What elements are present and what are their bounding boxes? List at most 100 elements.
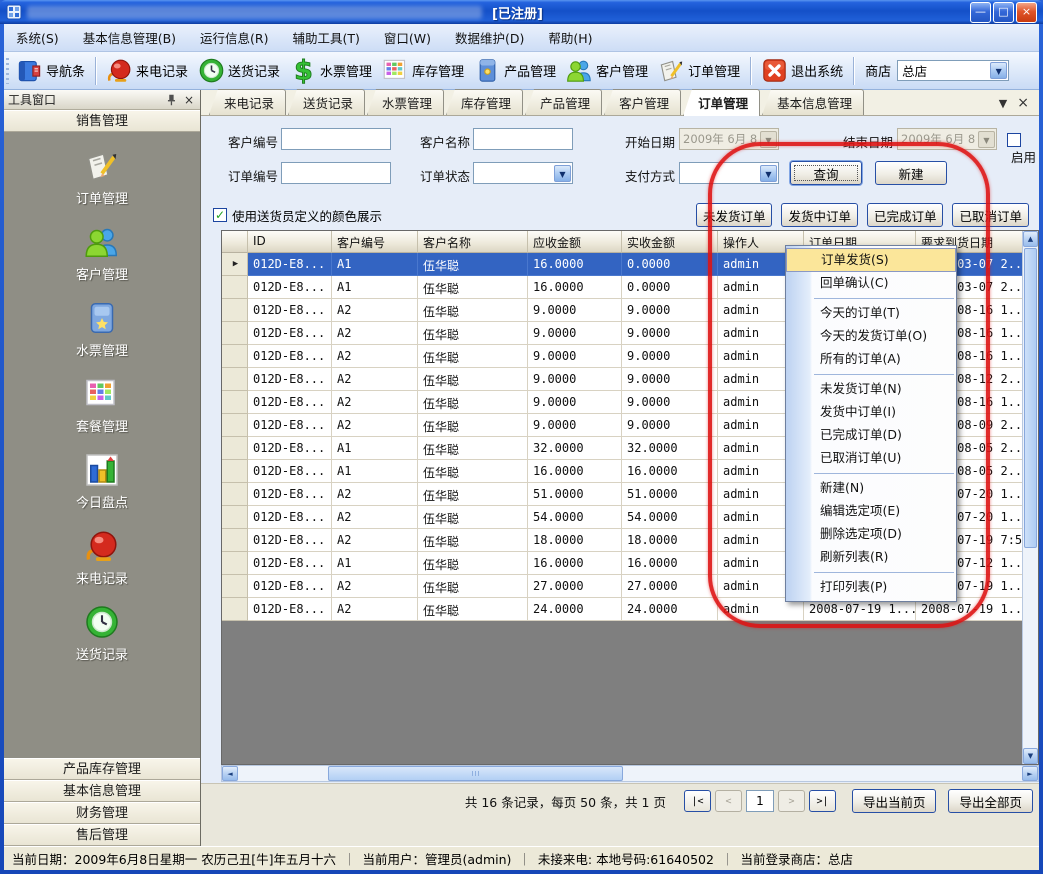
minimize-button[interactable]: — xyxy=(970,2,991,23)
context-menu-item[interactable]: 回单确认(C) xyxy=(786,272,956,295)
enable-checkbox[interactable] xyxy=(1007,133,1021,147)
menubar-item[interactable]: 基本信息管理(B) xyxy=(71,24,188,51)
sidebar-section[interactable]: 售后管理 xyxy=(4,824,200,846)
tab-menu-icon[interactable]: ▼ xyxy=(999,97,1007,110)
toolbar-grip[interactable] xyxy=(6,58,9,84)
toolbar-button-exit[interactable]: 退出系统 xyxy=(756,54,848,87)
status-filter-button[interactable]: 已完成订单 xyxy=(867,203,944,227)
menubar-item[interactable]: 系统(S) xyxy=(4,24,71,51)
menubar-item[interactable]: 数据维护(D) xyxy=(443,24,536,51)
column-header-4[interactable]: 实收金额 xyxy=(622,231,718,253)
vertical-scrollbar[interactable]: ▲ ▼ xyxy=(1022,231,1038,764)
status-filter-button[interactable]: 已取消订单 xyxy=(952,203,1029,227)
status-filter-button[interactable]: 发货中订单 xyxy=(781,203,858,227)
last-page-button[interactable]: >| xyxy=(809,790,836,812)
sidebar-section[interactable]: 财务管理 xyxy=(4,802,200,824)
toolbar-button-navigator[interactable]: 导航条 xyxy=(11,54,90,87)
column-header-0[interactable]: ID xyxy=(248,231,332,253)
column-header-1[interactable]: 客户编号 xyxy=(332,231,418,253)
column-header-2[interactable]: 客户名称 xyxy=(418,231,528,253)
end-date-picker[interactable]: 2009年 6月 8日 ▼ xyxy=(897,128,997,150)
tab-7[interactable]: 基本信息管理 xyxy=(762,89,864,115)
toolbar-button-clock[interactable]: 送货记录 xyxy=(193,54,285,87)
close-button[interactable]: × xyxy=(1016,2,1037,23)
tab-0[interactable]: 来电记录 xyxy=(209,89,286,115)
chevron-down-icon[interactable]: ▼ xyxy=(990,62,1007,79)
start-date-picker[interactable]: 2009年 6月 8日 ▼ xyxy=(679,128,779,150)
pin-icon[interactable] xyxy=(164,93,178,107)
prev-page-button[interactable]: < xyxy=(715,790,742,812)
status-filter-button[interactable]: 未发货订单 xyxy=(696,203,773,227)
menubar-item[interactable]: 帮助(H) xyxy=(536,24,604,51)
scroll-down-icon[interactable]: ▼ xyxy=(1023,748,1038,764)
context-menu-item[interactable]: 刷新列表(R) xyxy=(786,546,956,569)
menubar-item[interactable]: 窗口(W) xyxy=(372,24,443,51)
context-menu-item[interactable]: 打印列表(P) xyxy=(786,576,956,599)
context-menu-item[interactable]: 删除选定项(D) xyxy=(786,523,956,546)
sidebar-section-sales[interactable]: 销售管理 xyxy=(4,110,200,132)
context-menu-item[interactable]: 订单发货(S) xyxy=(786,248,956,272)
tab-4[interactable]: 产品管理 xyxy=(525,89,602,115)
sidebar-item[interactable]: 套餐管理 xyxy=(76,376,128,435)
new-button[interactable]: 新建 xyxy=(875,161,947,185)
vertical-scrollbar-thumb[interactable] xyxy=(1024,248,1037,548)
toolbar-button-inventory[interactable]: 库存管理 xyxy=(377,54,469,87)
page-number-input[interactable] xyxy=(746,790,774,812)
sidebar-item[interactable]: 客户管理 xyxy=(76,224,128,283)
chevron-down-icon[interactable]: ▼ xyxy=(978,131,995,148)
horizontal-scrollbar[interactable]: ◄ ► xyxy=(221,765,1039,782)
scroll-right-icon[interactable]: ► xyxy=(1022,766,1038,781)
shop-combobox[interactable]: 总店 ▼ xyxy=(897,60,1009,81)
chevron-down-icon[interactable]: ▼ xyxy=(760,165,777,182)
customer-name-input[interactable] xyxy=(473,128,573,150)
export-current-page-button[interactable]: 导出当前页 xyxy=(852,789,937,813)
toolbar-button-dollar[interactable]: $水票管理 xyxy=(285,54,377,87)
context-menu-item[interactable]: 发货中订单(I) xyxy=(786,401,956,424)
sidebar-item[interactable]: 送货记录 xyxy=(76,604,128,663)
sidebar-item[interactable]: 水票管理 xyxy=(76,300,128,359)
tab-close-icon[interactable]: × xyxy=(1017,95,1029,111)
context-menu-item[interactable]: 未发货订单(N) xyxy=(786,378,956,401)
first-page-button[interactable]: |< xyxy=(684,790,711,812)
scroll-left-icon[interactable]: ◄ xyxy=(222,766,238,781)
pay-method-combobox[interactable]: ▼ xyxy=(679,162,779,184)
horizontal-scrollbar-thumb[interactable] xyxy=(328,766,623,781)
context-menu-item[interactable]: 已取消订单(U) xyxy=(786,447,956,470)
tab-3[interactable]: 库存管理 xyxy=(446,89,523,115)
context-menu-item[interactable]: 今天的发货订单(O) xyxy=(786,325,956,348)
sidebar-section[interactable]: 基本信息管理 xyxy=(4,780,200,802)
context-menu-item[interactable]: 所有的订单(A) xyxy=(786,348,956,371)
color-checkbox[interactable]: ✓ xyxy=(213,208,227,222)
menubar-item[interactable]: 辅助工具(T) xyxy=(281,24,372,51)
column-header-3[interactable]: 应收金额 xyxy=(528,231,622,253)
tab-5[interactable]: 客户管理 xyxy=(604,89,681,115)
sidebar-item[interactable]: 订单管理 xyxy=(76,148,128,207)
export-all-pages-button[interactable]: 导出全部页 xyxy=(948,789,1033,813)
scroll-up-icon[interactable]: ▲ xyxy=(1023,231,1038,247)
toolbar-button-order[interactable]: 订单管理 xyxy=(653,54,745,87)
toolbar-button-customers[interactable]: 客户管理 xyxy=(561,54,653,87)
context-menu-item[interactable]: 新建(N) xyxy=(786,477,956,500)
customer-no-input[interactable] xyxy=(281,128,391,150)
context-menu-item[interactable]: 今天的订单(T) xyxy=(786,302,956,325)
maximize-button[interactable]: □ xyxy=(993,2,1014,23)
sidebar-section[interactable]: 产品库存管理 xyxy=(4,758,200,780)
next-page-button[interactable]: > xyxy=(778,790,805,812)
chevron-down-icon[interactable]: ▼ xyxy=(554,165,571,182)
sidebar-item[interactable]: 今日盘点 xyxy=(76,452,128,511)
tab-1[interactable]: 送货记录 xyxy=(288,89,365,115)
close-tool-window-icon[interactable]: × xyxy=(182,93,196,107)
menubar-item[interactable]: 运行信息(R) xyxy=(188,24,280,51)
horizontal-scrollbar-track[interactable] xyxy=(238,766,1022,781)
context-menu-item[interactable]: 编辑选定项(E) xyxy=(786,500,956,523)
chevron-down-icon[interactable]: ▼ xyxy=(760,131,777,148)
order-status-combobox[interactable]: ▼ xyxy=(473,162,573,184)
tab-2[interactable]: 水票管理 xyxy=(367,89,444,115)
query-button[interactable]: 查询 xyxy=(790,161,862,185)
tab-6[interactable]: 订单管理 xyxy=(683,89,760,116)
order-no-input[interactable] xyxy=(281,162,391,184)
context-menu-item[interactable]: 已完成订单(D) xyxy=(786,424,956,447)
toolbar-button-bell[interactable]: 来电记录 xyxy=(101,54,193,87)
sidebar-item[interactable]: 来电记录 xyxy=(76,528,128,587)
toolbar-button-product[interactable]: 产品管理 xyxy=(469,54,561,87)
